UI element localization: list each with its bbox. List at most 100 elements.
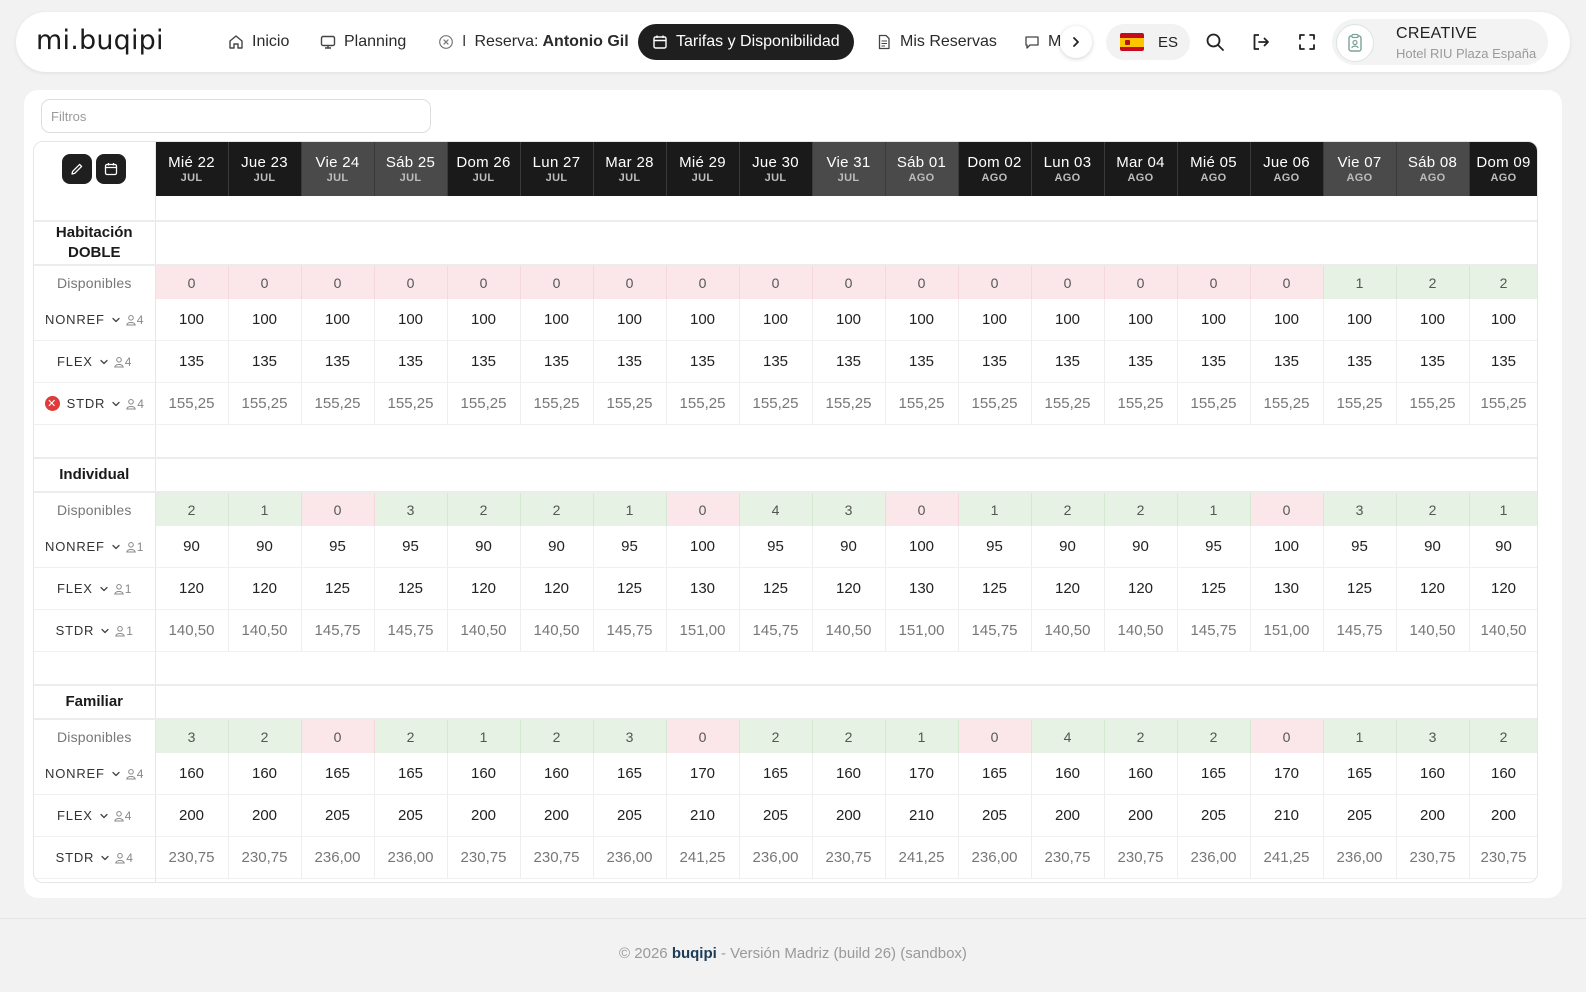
- rate-price-cell[interactable]: 135: [1469, 340, 1537, 383]
- availability-cell[interactable]: 0: [1250, 491, 1324, 526]
- availability-cell[interactable]: 3: [593, 718, 667, 753]
- availability-cell[interactable]: 0: [1031, 264, 1105, 299]
- availability-cell[interactable]: 2: [1396, 491, 1470, 526]
- rate-price-cell[interactable]: 100: [1323, 299, 1397, 341]
- availability-cell[interactable]: 0: [1250, 264, 1324, 299]
- rate-price-cell[interactable]: 165: [593, 753, 667, 795]
- rate-price-cell[interactable]: 200: [1104, 794, 1178, 837]
- rate-price-cell[interactable]: 100: [593, 299, 667, 341]
- search-button[interactable]: [1203, 30, 1227, 54]
- rate-price-cell[interactable]: 135: [739, 340, 813, 383]
- availability-cell[interactable]: 1: [228, 491, 302, 526]
- nav-item-mis-reservas[interactable]: Mis Reservas: [876, 24, 997, 60]
- date-column-header[interactable]: Mié 29 JUL: [666, 142, 740, 196]
- availability-cell[interactable]: 0: [447, 264, 521, 299]
- availability-cell[interactable]: 4: [1031, 718, 1105, 753]
- rate-price-cell[interactable]: 205: [301, 794, 375, 837]
- rate-price-cell[interactable]: 95: [958, 526, 1032, 568]
- availability-cell[interactable]: 2: [1469, 264, 1537, 299]
- rate-price-cell[interactable]: 155,25: [739, 382, 813, 425]
- rate-plan-selector[interactable]: NONREF 1: [34, 539, 155, 554]
- rate-price-cell[interactable]: 241,25: [885, 836, 959, 879]
- rate-price-cell[interactable]: 155,25: [1250, 382, 1324, 425]
- calendar-picker-button[interactable]: [96, 154, 127, 184]
- availability-cell[interactable]: 0: [666, 718, 740, 753]
- rate-price-cell[interactable]: 241,25: [1250, 836, 1324, 879]
- nav-scroll-right-button[interactable]: [1060, 26, 1092, 58]
- rate-price-cell[interactable]: 155,25: [666, 382, 740, 425]
- close-circle-icon[interactable]: [438, 34, 454, 50]
- rate-dropdown-toggle[interactable]: [99, 811, 109, 821]
- rate-price-cell[interactable]: 230,75: [447, 836, 521, 879]
- rate-price-cell[interactable]: 120: [228, 567, 302, 610]
- availability-cell[interactable]: 2: [739, 718, 813, 753]
- nav-item-planning[interactable]: Planning: [320, 24, 406, 60]
- availability-cell[interactable]: 2: [1104, 491, 1178, 526]
- rate-plan-selector[interactable]: FLEX 4: [34, 354, 155, 369]
- rate-price-cell[interactable]: 90: [447, 526, 521, 568]
- availability-cell[interactable]: 2: [155, 491, 229, 526]
- rate-price-cell[interactable]: 130: [1250, 567, 1324, 610]
- rate-price-cell[interactable]: 160: [447, 753, 521, 795]
- availability-cell[interactable]: 1: [958, 491, 1032, 526]
- availability-cell[interactable]: 1: [1469, 491, 1537, 526]
- rate-price-cell[interactable]: 200: [228, 794, 302, 837]
- rate-price-cell[interactable]: 170: [666, 753, 740, 795]
- rate-price-cell[interactable]: 130: [666, 567, 740, 610]
- rate-price-cell[interactable]: 135: [1323, 340, 1397, 383]
- rate-price-cell[interactable]: 200: [1031, 794, 1105, 837]
- rate-price-cell[interactable]: 135: [812, 340, 886, 383]
- nav-item-mensajes[interactable]: M: [1024, 24, 1061, 60]
- date-column-header[interactable]: Mar 28 JUL: [593, 142, 667, 196]
- nav-item-tarifas[interactable]: Tarifas y Disponibilidad: [638, 24, 854, 60]
- filters-input[interactable]: [41, 99, 431, 133]
- edit-button[interactable]: [62, 154, 93, 184]
- rate-price-cell[interactable]: 100: [666, 526, 740, 568]
- chevron-down-icon[interactable]: [100, 626, 110, 636]
- rate-dropdown-toggle[interactable]: [111, 542, 121, 552]
- rate-price-cell[interactable]: 125: [739, 567, 813, 610]
- nav-item-reserva[interactable]: I Reserva: Antonio Gil: [438, 24, 629, 60]
- rate-plan-selector[interactable]: NONREF 4: [34, 766, 155, 781]
- availability-cell[interactable]: 0: [1177, 264, 1251, 299]
- rate-price-cell[interactable]: 120: [520, 567, 594, 610]
- rate-price-cell[interactable]: 95: [301, 526, 375, 568]
- availability-cell[interactable]: 0: [228, 264, 302, 299]
- rate-price-cell[interactable]: 160: [1031, 753, 1105, 795]
- rate-price-cell[interactable]: 140,50: [520, 609, 594, 652]
- availability-cell[interactable]: 1: [447, 718, 521, 753]
- rate-price-cell[interactable]: 125: [374, 567, 448, 610]
- rate-price-cell[interactable]: 155,25: [301, 382, 375, 425]
- rate-dropdown-toggle[interactable]: [99, 357, 109, 367]
- rate-price-cell[interactable]: 155,25: [812, 382, 886, 425]
- availability-cell[interactable]: 2: [228, 718, 302, 753]
- rate-price-cell[interactable]: 140,50: [447, 609, 521, 652]
- date-column-header[interactable]: Sáb 08 AGO: [1396, 142, 1470, 196]
- rate-price-cell[interactable]: 95: [1177, 526, 1251, 568]
- rate-price-cell[interactable]: 120: [1104, 567, 1178, 610]
- rate-price-cell[interactable]: 135: [301, 340, 375, 383]
- date-column-header[interactable]: Lun 27 JUL: [520, 142, 594, 196]
- availability-cell[interactable]: 1: [1177, 491, 1251, 526]
- rate-price-cell[interactable]: 90: [155, 526, 229, 568]
- rate-price-cell[interactable]: 135: [593, 340, 667, 383]
- rate-price-cell[interactable]: 90: [1031, 526, 1105, 568]
- availability-cell[interactable]: 0: [374, 264, 448, 299]
- rate-price-cell[interactable]: 100: [1177, 299, 1251, 341]
- availability-cell[interactable]: 0: [155, 264, 229, 299]
- date-column-header[interactable]: Sáb 25 JUL: [374, 142, 448, 196]
- rate-price-cell[interactable]: 145,75: [739, 609, 813, 652]
- date-column-header[interactable]: Jue 06 AGO: [1250, 142, 1324, 196]
- rate-price-cell[interactable]: 155,25: [155, 382, 229, 425]
- rate-price-cell[interactable]: 100: [374, 299, 448, 341]
- rate-price-cell[interactable]: 100: [1396, 299, 1470, 341]
- rate-price-cell[interactable]: 145,75: [1177, 609, 1251, 652]
- chevron-down-icon[interactable]: [100, 853, 110, 863]
- rate-price-cell[interactable]: 100: [301, 299, 375, 341]
- availability-cell[interactable]: 2: [520, 718, 594, 753]
- date-column-header[interactable]: Mar 04 AGO: [1104, 142, 1178, 196]
- rate-price-cell[interactable]: 236,00: [593, 836, 667, 879]
- rate-price-cell[interactable]: 95: [1323, 526, 1397, 568]
- rate-price-cell[interactable]: 135: [885, 340, 959, 383]
- availability-cell[interactable]: 3: [812, 491, 886, 526]
